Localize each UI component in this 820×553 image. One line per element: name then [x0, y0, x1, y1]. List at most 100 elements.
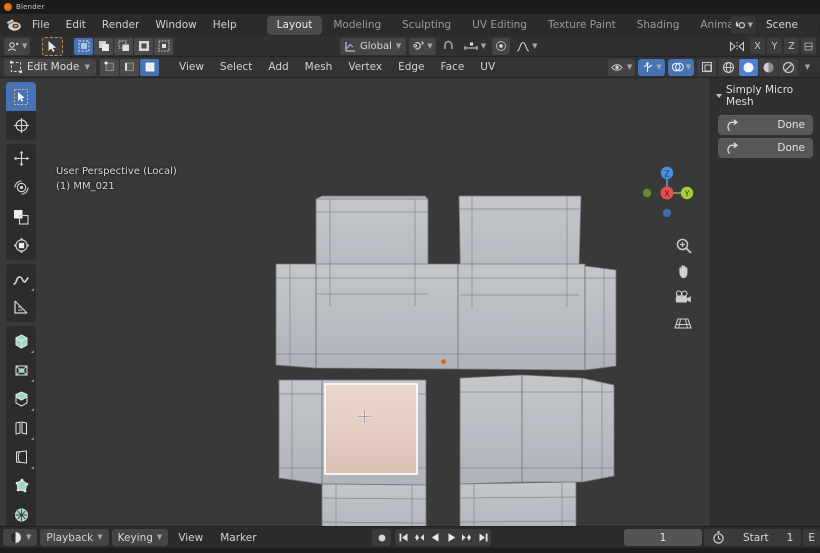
tab-layout[interactable]: Layout: [266, 15, 323, 35]
mirror-axis-y[interactable]: Y: [767, 38, 782, 54]
measure-tool[interactable]: [6, 293, 36, 322]
play-icon[interactable]: [443, 529, 459, 546]
next-keyframe-icon[interactable]: [459, 529, 475, 546]
inset-faces-tool[interactable]: [6, 384, 36, 413]
navigation-gizmo[interactable]: Z Y X: [636, 162, 698, 224]
transform-orientation-dropdown[interactable]: Global ▼: [340, 37, 407, 55]
interaction-mode-dropdown[interactable]: Edit Mode ▼: [4, 58, 96, 76]
tweak-tool[interactable]: [6, 82, 36, 111]
timeline-editor-icon[interactable]: ▼: [3, 529, 38, 546]
overlays-icon[interactable]: ▼: [667, 58, 694, 76]
edge-select-icon[interactable]: [120, 58, 139, 76]
transform-tool[interactable]: [6, 231, 36, 260]
spin-tool[interactable]: [6, 500, 36, 526]
pivot-point-dropdown[interactable]: ▼: [409, 37, 436, 55]
poly-build-tool[interactable]: [6, 471, 36, 500]
scene-name-field[interactable]: Scene: [758, 16, 818, 34]
material-preview-shading-icon[interactable]: [759, 58, 778, 76]
timeline-menu-marker[interactable]: Marker: [213, 530, 263, 546]
rendered-shading-icon[interactable]: [779, 58, 798, 76]
vertex-select-icon[interactable]: [100, 58, 119, 76]
scene-selector: ▼ Scene: [730, 16, 818, 34]
current-frame-field[interactable]: 1: [624, 529, 703, 546]
select-intersect-icon[interactable]: [154, 37, 174, 55]
panel-header-simply-micro-mesh[interactable]: Simply Micro Mesh: [711, 82, 820, 112]
select-extend-icon[interactable]: [94, 37, 114, 55]
loop-cut-tool[interactable]: [6, 442, 36, 471]
jump-to-start-icon[interactable]: [395, 529, 411, 546]
move-tool[interactable]: [6, 144, 36, 173]
proportional-edit-icon[interactable]: [492, 37, 511, 55]
viewport-3d[interactable]: User Perspective (Local) (1) MM_021 Z Y …: [0, 78, 820, 526]
menu-render[interactable]: Render: [94, 16, 147, 34]
tab-sculpting[interactable]: Sculpting: [392, 16, 461, 35]
viewport-menu-mesh[interactable]: Mesh: [299, 59, 339, 75]
xray-toggle-icon[interactable]: [697, 58, 716, 76]
tool-more-indicator: [31, 437, 34, 440]
chevron-down-icon: ▼: [84, 62, 90, 71]
mirror-icon[interactable]: [726, 38, 748, 55]
jump-to-end-icon[interactable]: [475, 529, 491, 546]
zoom-icon[interactable]: [670, 233, 696, 257]
done-button-2[interactable]: Done: [718, 138, 813, 158]
mirror-axis-x[interactable]: X: [750, 38, 765, 54]
add-cube-tool[interactable]: [6, 326, 36, 355]
scale-tool[interactable]: [6, 202, 36, 231]
viewport-menu-view[interactable]: View: [173, 59, 210, 75]
viewport-menu-face[interactable]: Face: [435, 59, 471, 75]
play-reverse-icon[interactable]: [427, 529, 443, 546]
end-frame-field[interactable]: E: [803, 529, 820, 546]
solid-shading-icon[interactable]: [739, 58, 758, 76]
select-set-icon[interactable]: [74, 37, 94, 55]
bevel-tool[interactable]: [6, 413, 36, 442]
timeline-menu-view[interactable]: View: [171, 530, 210, 546]
viewport-menu-edge[interactable]: Edge: [392, 59, 430, 75]
wireframe-shading-icon[interactable]: [719, 58, 738, 76]
object-visibility-icon[interactable]: ▼: [607, 58, 636, 76]
scene-data-icon[interactable]: ▼: [730, 16, 756, 34]
select-invert-icon[interactable]: [134, 37, 154, 55]
chevron-down-icon: ▼: [532, 41, 538, 50]
tool-settings-header: ▼ Global ▼ ▼ ▼ ▼ X Y Z: [0, 36, 820, 57]
menu-window[interactable]: Window: [147, 16, 204, 34]
rotate-tool[interactable]: [6, 173, 36, 202]
previous-keyframe-icon[interactable]: [411, 529, 427, 546]
timeline-menu-playback[interactable]: Playback ▼: [40, 529, 109, 546]
tab-uv-editing[interactable]: UV Editing: [462, 16, 537, 35]
orientation-global-icon: [345, 41, 355, 52]
window-title: Blender: [16, 3, 45, 11]
viewport-menu-add[interactable]: Add: [262, 59, 294, 75]
snap-magnet-icon[interactable]: [439, 38, 458, 55]
viewport-menu-vertex[interactable]: Vertex: [342, 59, 388, 75]
annotate-tool[interactable]: [6, 264, 36, 293]
tab-texture-paint[interactable]: Texture Paint: [538, 16, 626, 35]
editmode-object-icon[interactable]: ▼: [4, 37, 31, 55]
menu-help[interactable]: Help: [205, 16, 245, 34]
start-frame-field[interactable]: Start 1: [704, 529, 802, 546]
active-tool-indicator[interactable]: [42, 36, 64, 56]
timeline-menu-keying[interactable]: Keying ▼: [111, 529, 169, 546]
shading-options-dropdown[interactable]: ▼: [799, 59, 816, 76]
camera-view-icon[interactable]: [670, 285, 696, 309]
blender-logo-icon[interactable]: [2, 16, 24, 34]
extrude-region-tool[interactable]: [6, 355, 36, 384]
toggle-orthographic-icon[interactable]: [670, 311, 696, 335]
tab-shading[interactable]: Shading: [627, 16, 690, 35]
viewport-menu-select[interactable]: Select: [214, 59, 258, 75]
mirror-axis-z[interactable]: Z: [784, 38, 799, 54]
gizmo-icon[interactable]: ▼: [638, 58, 665, 76]
auto-keyframe-record-icon[interactable]: [372, 529, 391, 546]
tab-modeling[interactable]: Modeling: [323, 16, 391, 35]
select-box-tool[interactable]: [6, 111, 36, 140]
menu-file[interactable]: File: [24, 16, 58, 34]
interaction-mode-label: Edit Mode: [27, 61, 80, 73]
menu-edit[interactable]: Edit: [58, 16, 94, 34]
viewport-menu-uv[interactable]: UV: [474, 59, 501, 75]
pan-hand-icon[interactable]: [670, 259, 696, 283]
mirror-uv-icon[interactable]: [801, 38, 816, 54]
snap-target-dropdown[interactable]: ▼: [461, 38, 489, 55]
proportional-falloff-dropdown[interactable]: ▼: [513, 38, 540, 55]
done-button-1[interactable]: Done: [718, 115, 813, 135]
select-subtract-icon[interactable]: [114, 37, 134, 55]
face-select-icon[interactable]: [140, 58, 159, 76]
